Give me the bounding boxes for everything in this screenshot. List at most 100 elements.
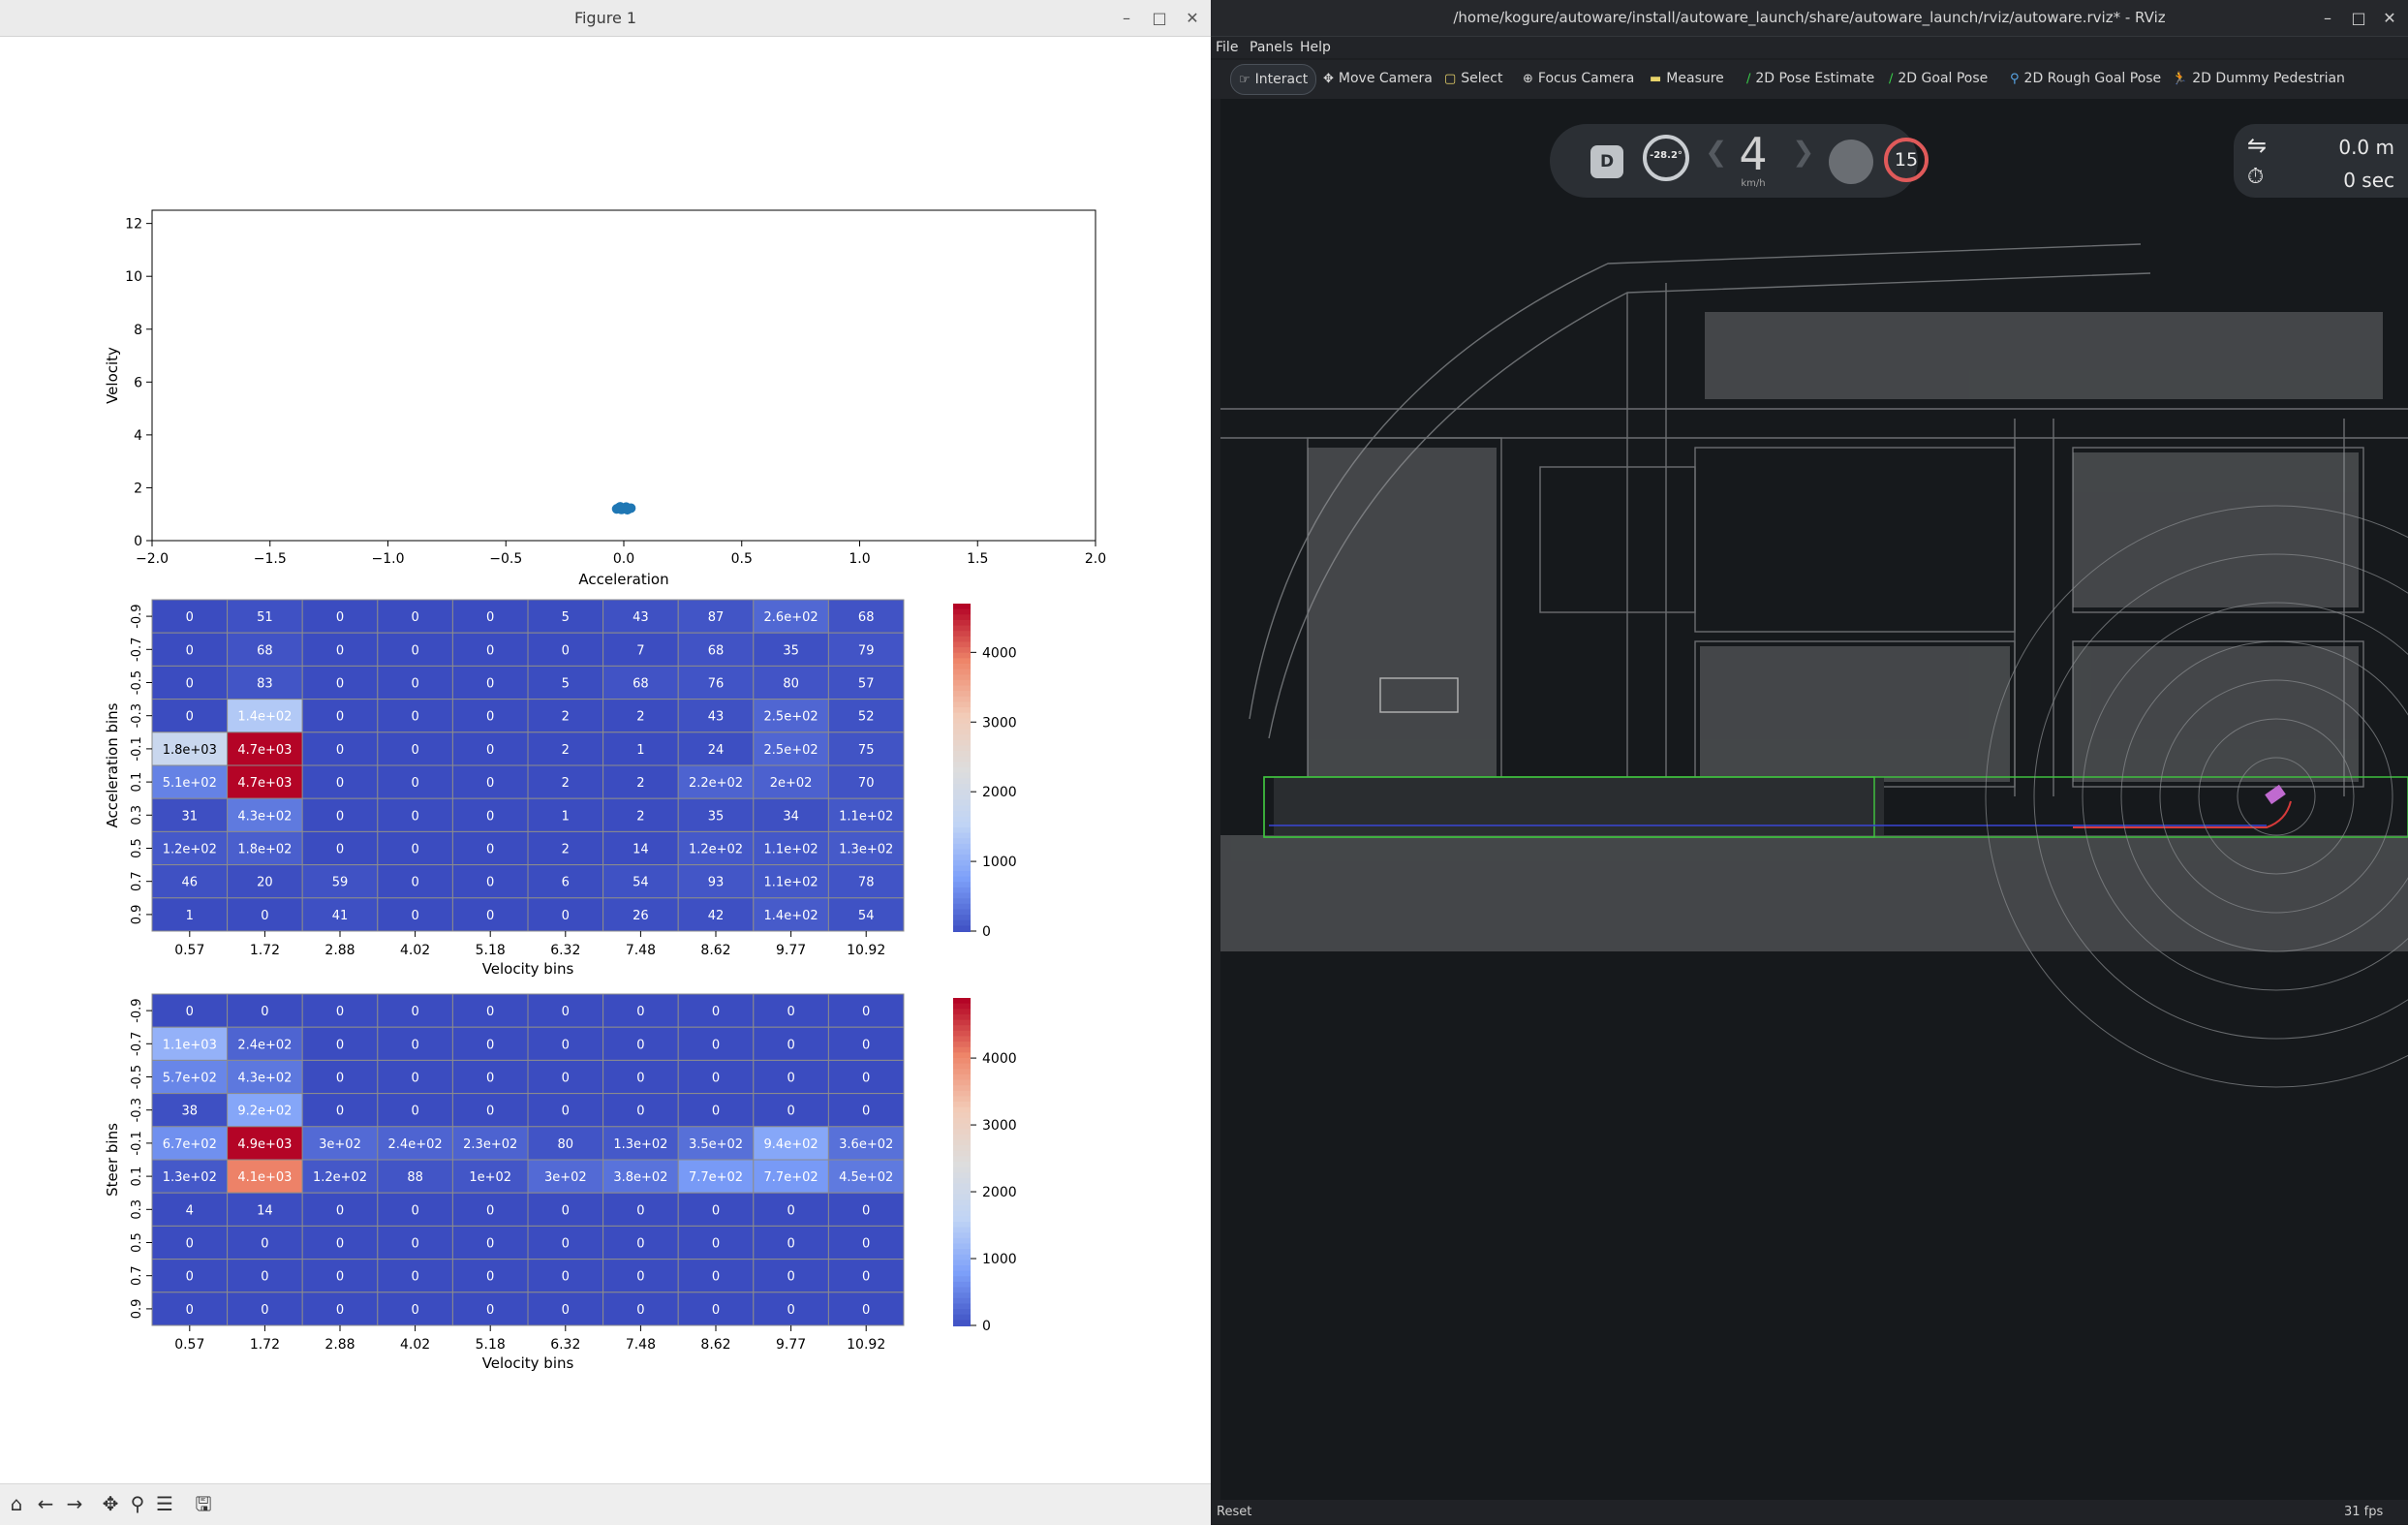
heatmap-cell-label: 0 [336, 610, 344, 625]
heatmap-cell-label: 0 [336, 1270, 344, 1285]
minimize-icon[interactable]: – [1114, 6, 1139, 31]
x-tick-label: 0.57 [174, 1337, 204, 1353]
heatmap-cell-label: 0 [261, 909, 268, 923]
x-axis-label: Velocity bins [482, 1354, 574, 1372]
heatmap-cell-label: 2.5e+02 [764, 743, 818, 758]
x-tick-label: 7.48 [626, 1337, 656, 1353]
colorbar-tick-label: 2000 [982, 1185, 1017, 1200]
heatmap-cell-label: 57 [858, 677, 875, 692]
y-tick-label: -0.5 [130, 1065, 144, 1089]
heatmap-cell-label: 75 [858, 743, 875, 758]
pin-icon: ⚲ [2010, 72, 2020, 86]
tool-select[interactable]: ▢ Select [1436, 64, 1511, 93]
heatmap-cell-label: 3.5e+02 [689, 1137, 743, 1152]
tool-2d-rough-goal-pose[interactable]: ⚲ 2D Rough Goal Pose [2002, 64, 2169, 93]
speed-unit: km/h [1741, 178, 1766, 189]
heatmap-cell-label: 0 [636, 1105, 644, 1119]
heatmap-cell-label: 0 [636, 1237, 644, 1252]
vehicle-status-hud: D -28.2° ❮ 4 km/h ❯ 15 [1550, 124, 1929, 198]
scatter-point [622, 505, 633, 515]
maximize-icon[interactable]: □ [2346, 6, 2371, 31]
heatmap-cell-label: 0 [336, 1203, 344, 1218]
x-tick-label: 0.5 [731, 551, 753, 567]
heatmap-cell-label: 0 [411, 677, 418, 692]
3d-viewport[interactable]: D -28.2° ❮ 4 km/h ❯ 15 ⇋ 0.0 m ⏱ 0 sec [1220, 99, 2408, 1500]
y-tick-label: 0.5 [130, 1232, 144, 1253]
heatmap-cell-label: 2 [636, 809, 644, 824]
close-icon[interactable]: ✕ [2377, 6, 2402, 31]
x-tick-label: 10.92 [847, 943, 885, 958]
tool-focus-camera[interactable]: ⊕ Focus Camera [1515, 64, 1642, 93]
y-tick-label: -0.1 [130, 1131, 144, 1155]
minimize-icon[interactable]: – [2315, 6, 2340, 31]
maximize-icon[interactable]: □ [1147, 6, 1172, 31]
menu-panels[interactable]: Panels [1250, 37, 1293, 58]
y-tick-label: -0.5 [130, 670, 144, 695]
heatmap-cell-label: 0 [486, 776, 494, 791]
y-tick-label: 0.7 [130, 871, 144, 891]
menu-help[interactable]: Help [1300, 37, 1331, 58]
tool-measure[interactable]: ▬ Measure [1642, 64, 1732, 93]
x-axis-label: Velocity bins [482, 960, 574, 978]
home-icon[interactable]: ⌂ [3, 1490, 30, 1517]
tool-2d-goal-pose[interactable]: ∕ 2D Goal Pose [1881, 64, 1995, 93]
tool-interact[interactable]: ☞ Interact [1230, 64, 1317, 95]
colorbar-tick-label: 3000 [982, 1118, 1017, 1134]
tool-label: Move Camera [1338, 71, 1433, 86]
heatmap-cell-label: 80 [558, 1137, 574, 1152]
heatmap-cell-label: 0 [562, 1237, 570, 1252]
heatmap-cell-label: 0 [787, 1237, 794, 1252]
matplotlib-window: Figure 1 – □ ✕ −2.0 −1.5 −1.0 −0.5 0.0 0.5 1.0… [0, 0, 1211, 1525]
heatmap-cell-label: 51 [257, 610, 273, 625]
heatmap-cell-label: 0 [486, 1237, 494, 1252]
heatmap-cell-label: 2.3e+02 [463, 1137, 517, 1152]
save-icon[interactable]: 🖫 [190, 1490, 217, 1517]
route-info-hud: ⇋ 0.0 m ⏱ 0 sec [2234, 124, 2408, 198]
heatmap-cell-label: 0 [862, 1303, 870, 1318]
heatmap-cell-label: 2 [562, 710, 570, 725]
configure-icon[interactable]: ☰ [151, 1490, 178, 1517]
y-tick-label: 2 [134, 481, 142, 496]
heatmap-cell-label: 0 [411, 1270, 418, 1285]
pan-icon[interactable]: ✥ [97, 1490, 124, 1517]
tool-label: Interact [1254, 72, 1309, 87]
speed-limit-sign: 15 [1884, 138, 1929, 182]
zoom-icon[interactable]: ⚲ [124, 1490, 151, 1517]
heatmap-cell-label: 9.2e+02 [237, 1105, 292, 1119]
heatmap-cell-label: 2.4e+02 [237, 1038, 292, 1052]
tool-2d-dummy-pedestrian[interactable]: 🏃 2D Dummy Pedestrian [2164, 64, 2353, 93]
menu-file[interactable]: File [1216, 37, 1238, 58]
heatmap-cell-label: 4.3e+02 [237, 1072, 292, 1086]
heatmap-cell-label: 0 [486, 809, 494, 824]
heatmap-cell-label: 0 [336, 809, 344, 824]
heatmap-cell-label: 0 [411, 809, 418, 824]
reset-button[interactable]: Reset [1217, 1500, 1251, 1524]
colorbar-tick-label: 2000 [982, 785, 1017, 800]
heatmap-cell-label: 0 [336, 1303, 344, 1318]
x-tick-label: 6.32 [550, 943, 580, 958]
x-tick-label: 10.92 [847, 1337, 885, 1353]
chevron-right-icon[interactable]: ❯ [1792, 136, 1814, 168]
heatmap-cell-label: 0 [562, 1005, 570, 1019]
heatmap-cell-label: 1 [186, 909, 194, 923]
heatmap-cell-label: 1.8e+02 [237, 843, 292, 857]
heatmap-cell-label: 1.1e+02 [839, 809, 893, 824]
heatmap-cell-label: 4.3e+02 [237, 809, 292, 824]
heatmap-cell-label: 0 [862, 1203, 870, 1218]
heatmap-cell-label: 0 [862, 1105, 870, 1119]
heatmap-cell-label: 0 [486, 876, 494, 890]
back-icon[interactable]: ← [32, 1490, 59, 1517]
heatmap-cell-label: 0 [336, 1005, 344, 1019]
tool-2d-pose-estimate[interactable]: ∕ 2D Pose Estimate [1739, 64, 1882, 93]
forward-icon[interactable]: → [61, 1490, 88, 1517]
speed-value: 4 [1739, 128, 1768, 180]
heatmap-cell-label: 0 [411, 710, 418, 725]
heatmap-cell-label: 0 [486, 1072, 494, 1086]
figure-canvas[interactable]: −2.0 −1.5 −1.0 −0.5 0.0 0.5 1.0 1.5 2.0 0 2 4 6 8 10 12… [0, 37, 1211, 1483]
chevron-left-icon[interactable]: ❮ [1705, 136, 1727, 168]
heatmap-cell-label: 0 [636, 1270, 644, 1285]
y-tick-label: 10 [125, 269, 142, 285]
tool-move-camera[interactable]: ✥ Move Camera [1315, 64, 1440, 93]
close-icon[interactable]: ✕ [1180, 6, 1205, 31]
heatmap-cell-label: 1.1e+02 [764, 876, 818, 890]
